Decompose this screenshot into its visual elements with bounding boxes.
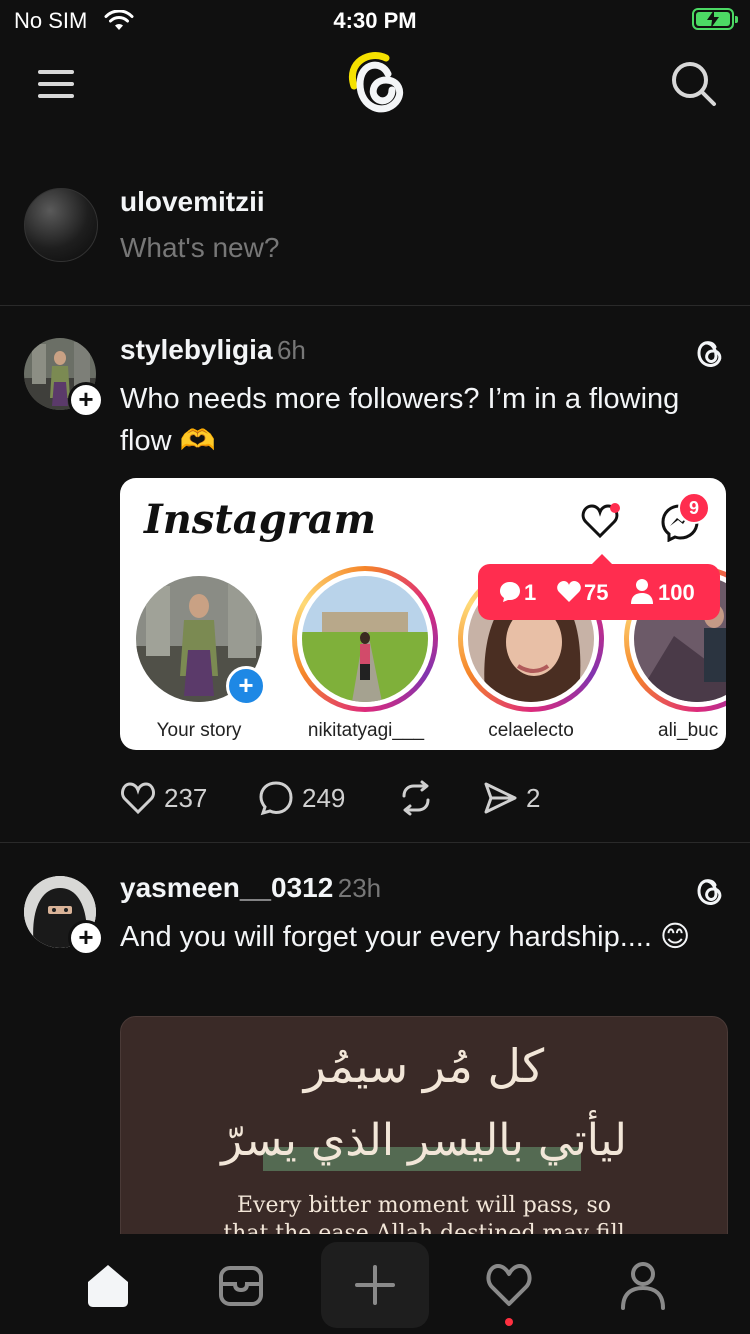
share-count: 2 <box>526 782 541 813</box>
composer-username: ulovemitzii <box>120 186 265 217</box>
new-thread-composer[interactable]: ulovemitzii What's new? <box>0 160 750 306</box>
activity-heart-icon[interactable] <box>485 1262 533 1308</box>
clock: 4:30 PM <box>333 8 417 33</box>
post-image[interactable]: Instagram 9 + Your story nikitatyagi___ … <box>120 478 726 750</box>
dm-count-badge: 9 <box>678 492 710 524</box>
heart-icon <box>581 503 620 539</box>
comment-icon <box>500 582 520 602</box>
comment-icon <box>259 781 293 816</box>
repost-icon <box>402 780 430 816</box>
threads-logo[interactable] <box>340 46 410 122</box>
follow-button[interactable]: + <box>68 920 104 956</box>
activity-indicator-dot <box>505 1318 513 1326</box>
post-time: 23h <box>337 873 382 903</box>
instagram-logo: Instagram <box>144 496 376 543</box>
composer-placeholder[interactable]: What's new? <box>120 232 279 264</box>
notif-followers-count: 100 <box>658 580 695 605</box>
post-time: 6h <box>276 335 306 365</box>
post-actions: 237 249 2 <box>120 778 726 818</box>
like-button[interactable]: 237 <box>120 778 207 818</box>
story-label: nikitatyagi___ <box>307 720 425 741</box>
threads-icon <box>697 879 722 905</box>
post-image[interactable]: كل مُر سيمُر ليأتي باليسر الذي يسرّ Ever… <box>120 1016 728 1258</box>
comment-button[interactable]: 249 <box>258 778 345 818</box>
menu-icon[interactable] <box>38 70 74 98</box>
heart-icon <box>121 782 155 815</box>
quote-arabic-line: كل مُر سيمُر <box>303 1039 545 1093</box>
bottom-tab-bar <box>0 1234 750 1334</box>
follow-button[interactable]: + <box>68 382 104 418</box>
heart-icon <box>557 581 581 602</box>
status-bar: No SIM 4:30 PM <box>0 0 750 42</box>
like-count: 237 <box>164 782 208 813</box>
battery-icon <box>692 8 738 30</box>
story-label: celaelecto <box>488 720 574 741</box>
post-username[interactable]: yasmeen__0312 <box>120 872 333 903</box>
comment-count: 249 <box>302 782 346 813</box>
notif-likes-count: 75 <box>584 580 609 605</box>
new-post-button[interactable] <box>321 1242 429 1328</box>
threads-icon <box>697 341 722 367</box>
plus-icon <box>355 1265 395 1305</box>
repost-button[interactable] <box>398 778 434 818</box>
activity-notification: 1 75 100 <box>478 554 720 620</box>
send-icon <box>484 782 517 814</box>
story-label: ali_buc <box>658 720 719 741</box>
story-label: Your story <box>156 720 242 741</box>
quote-english-line: Every bitter moment will pass, so <box>237 1193 611 1218</box>
story-ring <box>292 566 438 712</box>
avatar[interactable] <box>24 188 98 262</box>
post-username[interactable]: stylebyligia <box>120 334 273 365</box>
home-icon[interactable] <box>84 1262 132 1310</box>
inbox-icon[interactable] <box>217 1264 265 1308</box>
profile-icon[interactable] <box>619 1260 667 1310</box>
search-icon[interactable] <box>670 60 718 108</box>
notif-comments-count: 1 <box>524 580 537 605</box>
quote-arabic-line: ليأتي باليسر الذي يسرّ <box>221 1115 627 1166</box>
post-text: Who needs more followers? I’m in a flowi… <box>120 383 680 457</box>
add-story-icon: + <box>226 666 266 706</box>
top-nav <box>0 42 750 132</box>
post-text: And you will forget your every hardship.… <box>120 921 691 953</box>
share-button[interactable]: 2 <box>482 778 540 818</box>
person-icon <box>631 579 653 604</box>
